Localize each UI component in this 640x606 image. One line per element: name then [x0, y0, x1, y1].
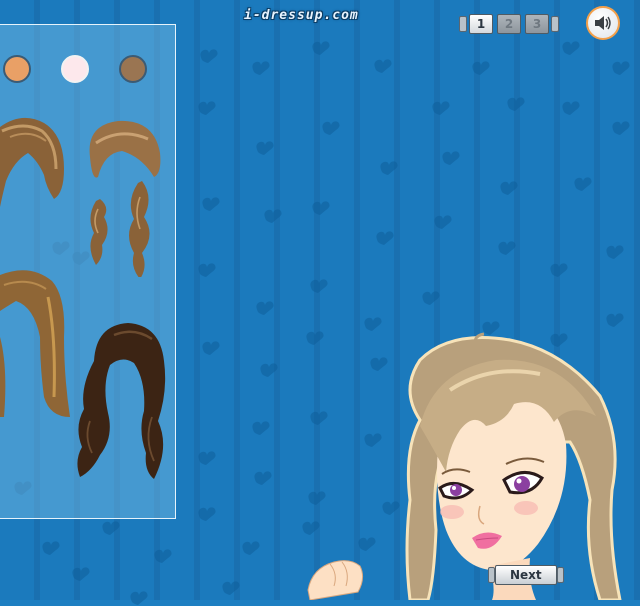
site-logo: i-dressup.com: [244, 8, 359, 23]
skin-swatch-brown[interactable]: [119, 55, 147, 83]
heart-pattern-shape: [100, 520, 122, 536]
heart-pattern-shape: [604, 312, 626, 328]
heart-pattern-shape: [374, 230, 396, 246]
heart-pattern-shape: [430, 100, 452, 116]
heart-pattern-shape: [198, 48, 220, 64]
skin-swatch-tan[interactable]: [3, 55, 31, 83]
heart-pattern-shape: [262, 208, 284, 224]
page-selector: 1 2 3: [459, 14, 559, 34]
page-1-button[interactable]: 1: [469, 14, 493, 34]
page-2-button[interactable]: 2: [497, 14, 521, 34]
heart-pattern-shape: [200, 340, 222, 356]
heart-pattern-shape: [378, 160, 400, 176]
next-button[interactable]: Next: [488, 564, 564, 586]
doll-model: [307, 332, 622, 600]
heart-pattern-shape: [548, 262, 570, 278]
heart-pattern-shape: [496, 240, 518, 256]
heart-pattern-shape: [70, 566, 92, 582]
heart-pattern-shape: [200, 196, 222, 212]
heart-pattern-shape: [560, 40, 582, 56]
heart-pattern-shape: [250, 60, 272, 76]
heart-pattern-shape: [252, 470, 274, 486]
next-button-end-cap: [556, 567, 564, 583]
hair-option-wavy-ringlets[interactable]: [82, 117, 164, 277]
heart-pattern-shape: [572, 176, 594, 192]
heart-pattern-shape: [308, 278, 330, 294]
heart-pattern-shape: [505, 96, 527, 112]
heart-pattern-shape: [258, 362, 280, 378]
heart-pattern-shape: [196, 450, 218, 466]
pager-end-cap: [459, 16, 467, 32]
heart-pattern-shape: [432, 214, 454, 230]
heart-pattern-shape: [40, 540, 62, 556]
heart-pattern-shape: [250, 420, 272, 436]
heart-pattern-shape: [128, 590, 150, 606]
heart-pattern-shape: [310, 200, 332, 216]
heart-pattern-shape: [604, 244, 626, 260]
sound-toggle-button[interactable]: [586, 6, 620, 40]
heart-pattern-shape: [240, 540, 262, 556]
hair-option-long-straight[interactable]: [0, 267, 76, 427]
speaker-icon: [595, 16, 611, 30]
heart-pattern-shape: [196, 262, 218, 278]
hair-selection-panel: [0, 24, 176, 519]
next-button-end-cap: [488, 567, 495, 583]
heart-pattern-shape: [254, 140, 276, 156]
skin-swatch-pale[interactable]: [61, 55, 89, 83]
hair-option-bob[interactable]: [0, 117, 72, 227]
heart-pattern-shape: [470, 60, 492, 76]
heart-pattern-shape: [372, 58, 394, 74]
heart-pattern-shape: [498, 180, 520, 196]
heart-pattern-shape: [420, 290, 442, 306]
heart-pattern-shape: [152, 548, 174, 564]
pager-end-cap: [551, 16, 559, 32]
heart-pattern-shape: [196, 506, 218, 522]
heart-pattern-shape: [560, 100, 582, 116]
page-3-button[interactable]: 3: [525, 14, 549, 34]
heart-pattern-shape: [196, 100, 218, 116]
heart-pattern-shape: [320, 120, 342, 136]
heart-pattern-shape: [610, 120, 632, 136]
next-button-label: Next: [495, 565, 557, 585]
heart-pattern-shape: [254, 300, 276, 316]
heart-pattern-shape: [220, 580, 242, 596]
heart-pattern-shape: [440, 150, 462, 166]
hair-option-long-dark-curly[interactable]: [74, 321, 172, 483]
heart-pattern-shape: [610, 60, 632, 76]
heart-pattern-shape: [310, 40, 332, 56]
